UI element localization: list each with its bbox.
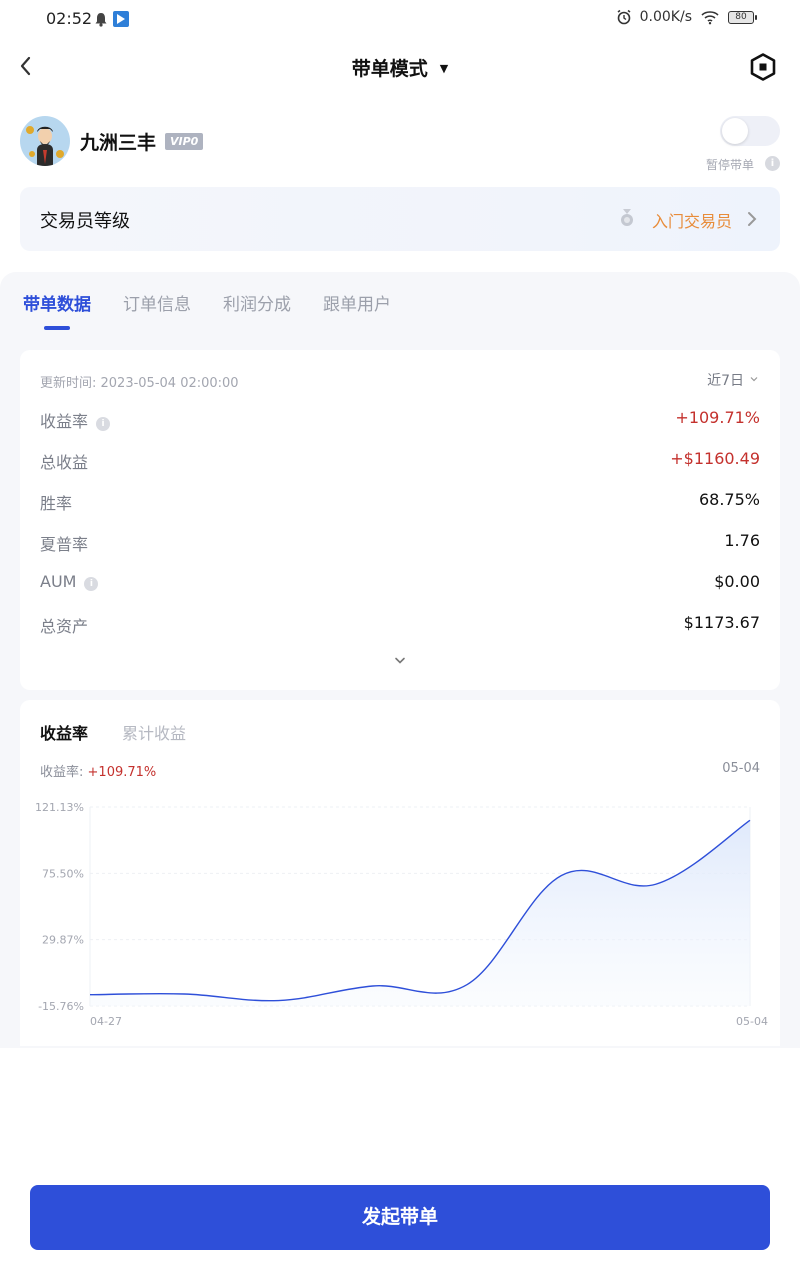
- tab-indicator: [44, 326, 70, 330]
- y-tick-label: 29.87%: [42, 934, 84, 947]
- avatar: [20, 116, 70, 166]
- caret-down-icon: ▼: [439, 62, 449, 75]
- battery-icon: 80: [728, 10, 757, 24]
- trader-level-row[interactable]: 交易员等级 入门交易员: [20, 187, 780, 251]
- stat-row-win-rate: 胜率 68.75%: [40, 490, 760, 514]
- alarm-icon: [617, 9, 631, 25]
- stat-value: 1.76: [724, 531, 760, 550]
- chevron-down-icon: [750, 377, 758, 382]
- pause-label: 暂停带单: [705, 158, 754, 172]
- stat-label: 总资产: [40, 617, 89, 636]
- trader-name: 九洲三丰: [80, 132, 157, 154]
- expand-chevron-icon[interactable]: [394, 656, 406, 666]
- settings-hexagon-icon[interactable]: [748, 52, 778, 82]
- wifi-icon: [701, 11, 719, 25]
- status-time: 02:52: [46, 9, 93, 28]
- stat-label: 总收益: [40, 453, 89, 472]
- start-copy-trading-button[interactable]: 发起带单: [30, 1185, 770, 1250]
- stats-card: 更新时间: 2023-05-04 02:00:00 近7日 收益率 i +109.…: [20, 350, 780, 690]
- vip-badge: VIP0: [165, 133, 204, 150]
- stat-value: $0.00: [714, 572, 760, 591]
- trader-level-value: 入门交易员: [651, 212, 732, 231]
- tab-followers[interactable]: 跟单用户: [323, 290, 391, 315]
- tab-copy-data[interactable]: 带单数据: [23, 290, 91, 315]
- page-title: 带单模式: [351, 58, 428, 80]
- stat-row-sharpe: 夏普率 1.76: [40, 531, 760, 555]
- mode-selector[interactable]: 带单模式 ▼: [0, 54, 800, 81]
- stat-value: $1173.67: [683, 613, 760, 632]
- tab-order-info[interactable]: 订单信息: [123, 290, 191, 315]
- stat-row-total-assets: 总资产 $1173.67: [40, 613, 760, 637]
- stat-value: 68.75%: [698, 490, 760, 509]
- x-tick-label: 04-27: [90, 1015, 122, 1028]
- stat-label: 夏普率: [40, 535, 89, 554]
- range-dropdown[interactable]: 近7日: [707, 370, 758, 390]
- trader-level-label: 交易员等级: [40, 211, 130, 232]
- trader-profile: 九洲三丰 VIP0 暂停带单 i: [20, 114, 780, 172]
- chart-card: 收益率 累计收益 收益率: +109.71% 05-04 121.13% 75.5…: [20, 700, 780, 1046]
- y-tick-label: 121.13%: [35, 801, 84, 814]
- nav-bar: 带单模式 ▼: [0, 40, 800, 92]
- pause-copy-toggle[interactable]: [720, 116, 780, 146]
- status-bar: 02:52 0.00K/s 80: [0, 0, 800, 36]
- tab-bar: 带单数据 订单信息 利润分成 跟单用户: [0, 272, 800, 332]
- series-area: [90, 820, 750, 1006]
- stat-label: 收益率: [40, 412, 89, 431]
- stat-label: 胜率: [40, 494, 73, 513]
- network-speed: 0.00K/s: [639, 9, 692, 25]
- bell-icon: [95, 12, 107, 27]
- stat-value: +$1160.49: [670, 449, 760, 468]
- info-icon[interactable]: i: [96, 417, 111, 431]
- y-tick-label: 75.50%: [42, 867, 84, 880]
- app-notification-icon: [113, 11, 129, 27]
- update-time: 更新时间: 2023-05-04 02:00:00: [40, 376, 239, 391]
- chevron-right-icon: [748, 212, 757, 226]
- return-rate-chart: 121.13% 75.50% 29.87% -15.76% 04-27 05-04: [35, 801, 768, 1028]
- info-icon[interactable]: i: [765, 156, 780, 171]
- stat-value: +109.71%: [675, 408, 760, 427]
- info-icon[interactable]: i: [84, 577, 99, 591]
- medal-icon: [621, 209, 633, 226]
- stat-row-total-profit: 总收益 +$1160.49: [40, 449, 760, 473]
- stat-label: AUM: [40, 572, 77, 591]
- stat-row-return-rate: 收益率 i +109.71%: [40, 408, 760, 432]
- range-value: 近7日: [707, 373, 744, 389]
- x-tick-label: 05-04: [736, 1015, 768, 1028]
- tab-profit-share[interactable]: 利润分成: [223, 290, 291, 315]
- toggle-knob: [722, 118, 748, 144]
- y-tick-label: -15.76%: [38, 1000, 84, 1013]
- stat-row-aum: AUM i $0.00: [40, 572, 760, 596]
